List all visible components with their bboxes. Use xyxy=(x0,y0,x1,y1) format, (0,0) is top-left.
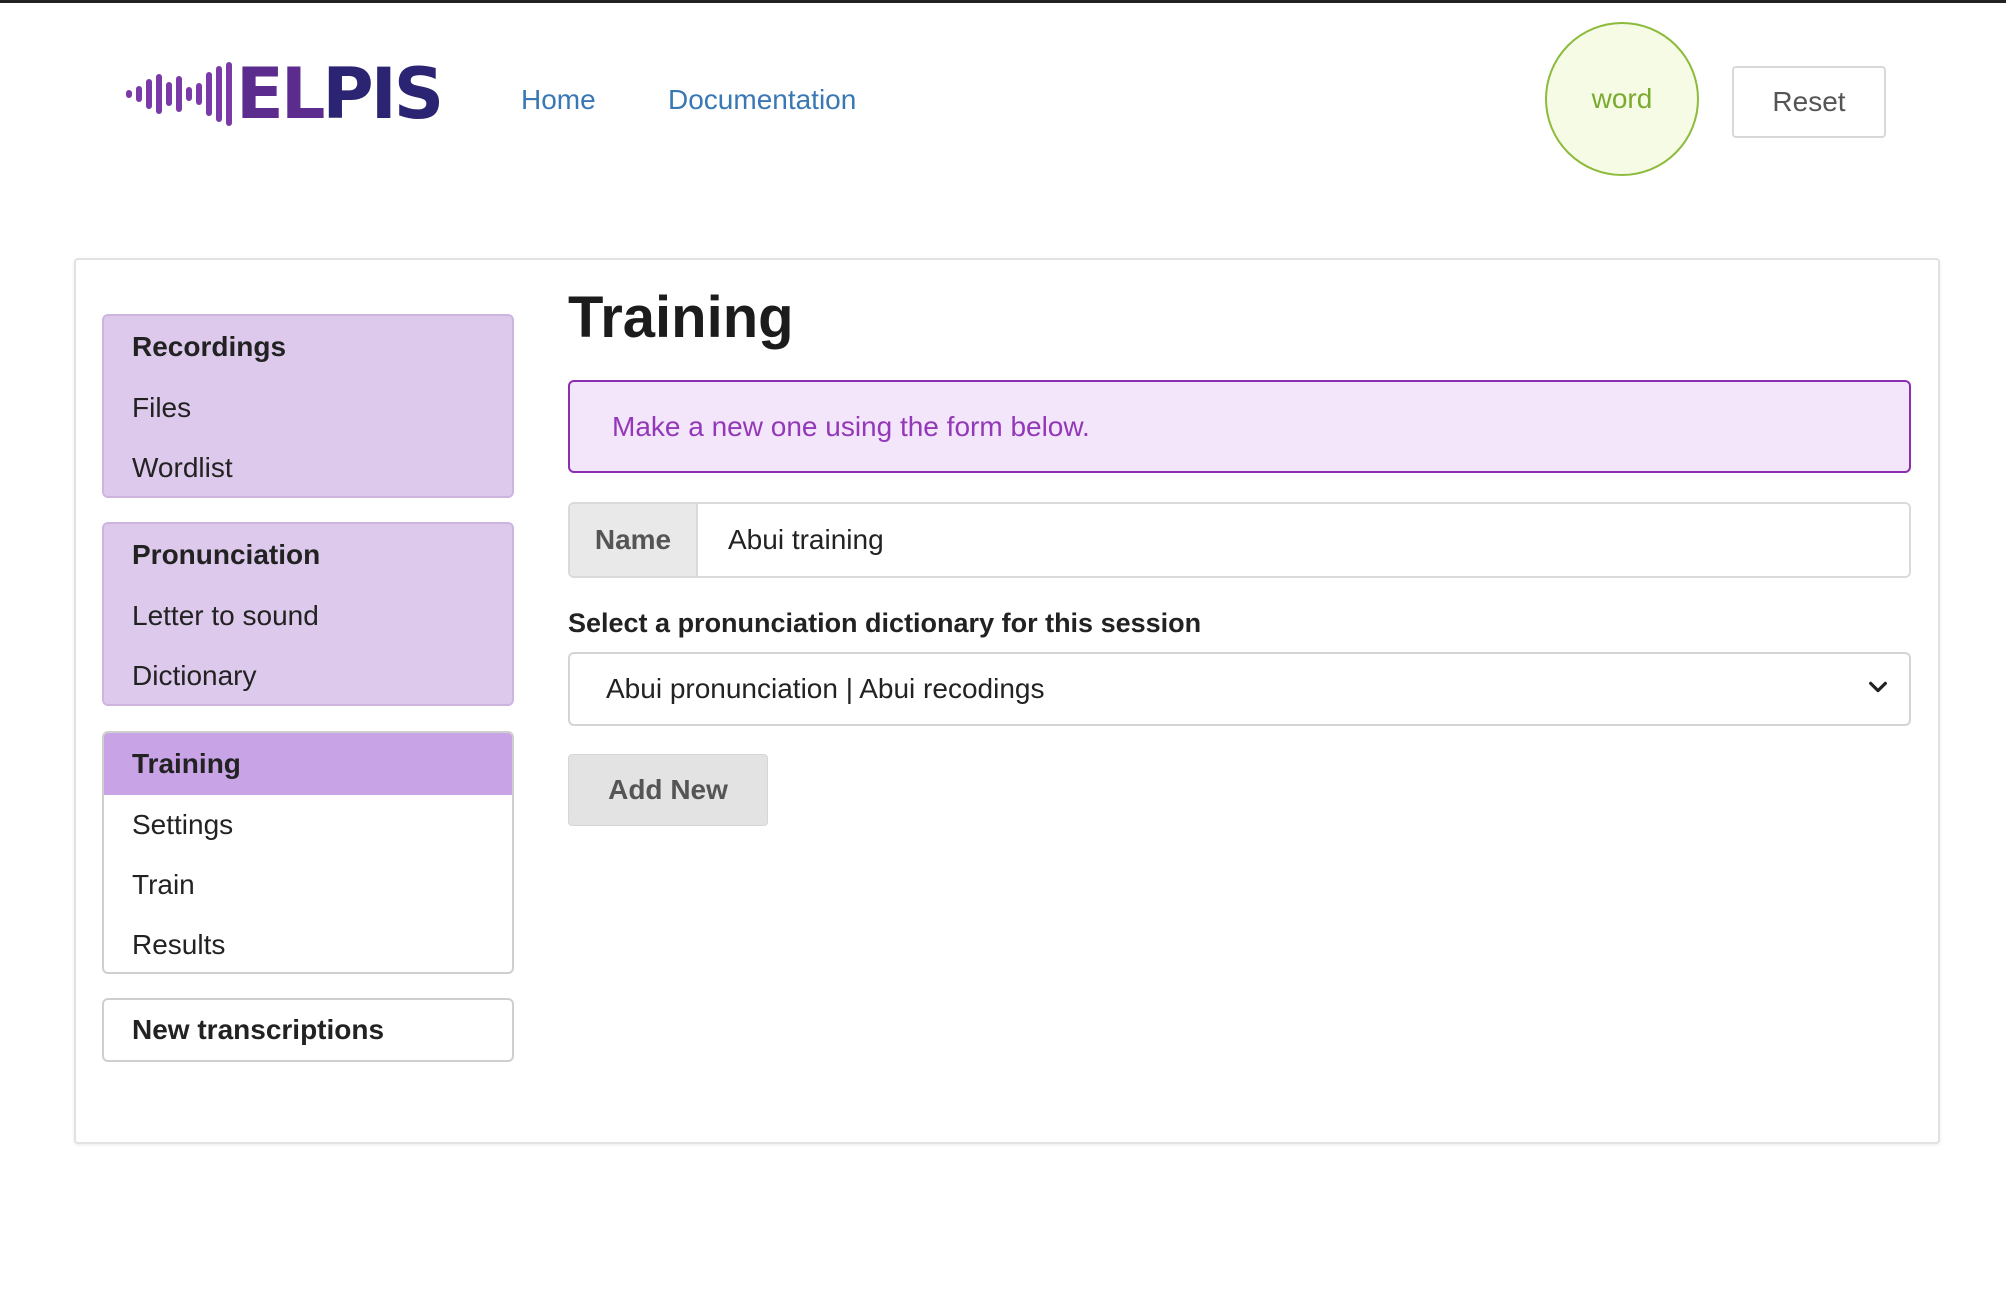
select-value: Abui pronunciation | Abui recodings xyxy=(606,673,1045,704)
chevron-down-icon xyxy=(1869,681,1887,693)
sidebar-item-new-transcriptions[interactable]: New transcriptions xyxy=(104,1000,512,1060)
sidebar-item-results[interactable]: Results xyxy=(104,915,512,972)
nav-home-link[interactable]: Home xyxy=(521,84,596,116)
top-border xyxy=(0,0,2006,3)
sidebar-item-settings[interactable]: Settings xyxy=(104,795,512,855)
reset-button[interactable]: Reset xyxy=(1732,66,1886,138)
pronunciation-dictionary-label: Select a pronunciation dictionary for th… xyxy=(568,608,1202,638)
sidebar-item-files[interactable]: Files xyxy=(104,378,512,438)
sidebar-group-pronunciation: Pronunciation Letter to sound Dictionary xyxy=(102,522,514,706)
mode-badge[interactable]: word xyxy=(1545,22,1699,176)
sidebar-item-letter-to-sound[interactable]: Letter to sound xyxy=(104,586,512,646)
nav-documentation-link[interactable]: Documentation xyxy=(668,84,856,116)
name-label: Name xyxy=(570,504,698,576)
waveform-icon xyxy=(126,58,232,130)
sidebar-item-wordlist[interactable]: Wordlist xyxy=(104,438,512,496)
page-title: Training xyxy=(568,285,794,350)
pronunciation-dictionary-select[interactable]: Abui pronunciation | Abui recodings xyxy=(568,652,1911,726)
sidebar-item-train[interactable]: Train xyxy=(104,855,512,915)
name-input[interactable] xyxy=(698,504,1909,576)
sidebar-group-training: Training Settings Train Results xyxy=(102,731,514,974)
logo-pis-segment: PIS xyxy=(322,53,444,135)
elpis-logo[interactable]: ELPIS xyxy=(126,58,444,130)
sidebar-group-new-transcriptions: New transcriptions xyxy=(102,998,514,1062)
info-message: Make a new one using the form below. xyxy=(568,380,1911,473)
sidebar-item-pronunciation[interactable]: Pronunciation xyxy=(104,524,512,586)
sidebar-item-recordings[interactable]: Recordings xyxy=(104,316,512,378)
logo-el-segment: EL xyxy=(236,53,325,135)
logo-wordmark: ELPIS xyxy=(236,58,444,130)
sidebar-group-recordings: Recordings Files Wordlist xyxy=(102,314,514,498)
name-field-group: Name xyxy=(568,502,1911,578)
sidebar-item-training[interactable]: Training xyxy=(104,733,512,795)
sidebar-item-dictionary[interactable]: Dictionary xyxy=(104,646,512,704)
add-new-button[interactable]: Add New xyxy=(568,754,768,826)
